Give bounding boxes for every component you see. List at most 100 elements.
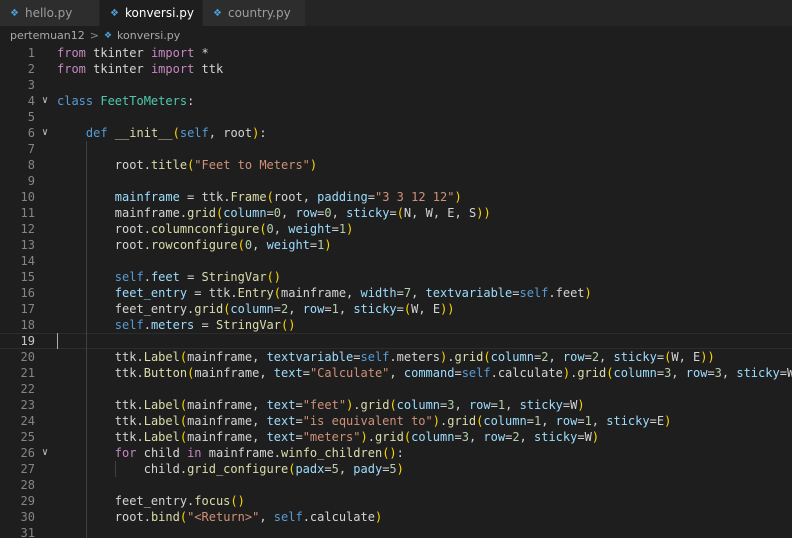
line-number: 11 <box>20 206 35 220</box>
python-icon: ❖ <box>110 7 119 19</box>
code-text: ttk.Label(mainframe, textvariable=self.m… <box>114 350 715 364</box>
line-number: 6 <box>27 126 35 140</box>
line-number: 1 <box>27 46 35 60</box>
code-line[interactable]: 26 ∨ for child in mainframe.winfo_childre… <box>0 445 792 461</box>
line-number: 3 <box>27 78 35 92</box>
code-line[interactable]: 29 feet_entry.focus() <box>0 493 792 509</box>
code-line[interactable]: 1 from tkinter import * <box>0 45 792 61</box>
code-text: root.title("Feet to Meters") <box>114 158 318 172</box>
line-number: 5 <box>27 110 35 124</box>
chevron-right-icon: > <box>89 29 99 42</box>
code-line[interactable]: 31 <box>0 525 792 538</box>
code-text: from tkinter import * <box>57 46 209 60</box>
line-number: 2 <box>27 62 35 76</box>
breadcrumb-folder[interactable]: pertemuan12 <box>10 29 85 42</box>
code-text: ttk.Label(mainframe, text="meters").grid… <box>114 430 600 444</box>
tab-country-py[interactable]: ❖ country.py <box>203 0 306 26</box>
line-number: 26 <box>20 446 35 460</box>
code-line[interactable]: 27 child.grid_configure(padx=5, pady=5) <box>0 461 792 477</box>
code-text: ttk.Label(mainframe, text="is equivalent… <box>114 414 672 428</box>
code-line[interactable]: 12 root.columnconfigure(0, weight=1) <box>0 221 792 237</box>
python-icon: ❖ <box>103 30 113 41</box>
line-number: 12 <box>20 222 35 236</box>
code-line[interactable]: 30 root.bind("<Return>", self.calculate) <box>0 509 792 525</box>
line-number: 7 <box>27 142 35 156</box>
code-line[interactable]: 4 ∨ class FeetToMeters: <box>0 93 792 109</box>
code-line[interactable]: 16 feet_entry = ttk.Entry(mainframe, wid… <box>0 285 792 301</box>
code-line[interactable]: 21 ttk.Button(mainframe, text="Calculate… <box>0 365 792 381</box>
code-text: root.bind("<Return>", self.calculate) <box>114 510 383 524</box>
code-line[interactable]: 7 <box>0 141 792 157</box>
code-line[interactable]: 17 feet_entry.grid(column=2, row=1, stic… <box>0 301 792 317</box>
code-text: def __init__(self, root): <box>85 126 267 140</box>
line-number: 18 <box>20 318 35 332</box>
line-number: 10 <box>20 190 35 204</box>
tab-label: konversi.py <box>124 6 194 20</box>
breadcrumb-file[interactable]: konversi.py <box>117 29 180 42</box>
chevron-down-icon[interactable]: ∨ <box>42 445 48 461</box>
line-number: 9 <box>27 174 35 188</box>
python-icon: ❖ <box>10 7 19 19</box>
code-line[interactable]: 9 <box>0 173 792 189</box>
tab-bar: ❖ hello.py ❖ konversi.py × ❖ country.py <box>0 0 792 26</box>
line-number: 25 <box>20 430 35 444</box>
code-text: feet_entry = ttk.Entry(mainframe, width=… <box>114 286 592 300</box>
code-line[interactable]: 3 <box>0 77 792 93</box>
line-number: 19 <box>20 334 35 348</box>
indent-guide <box>85 141 87 538</box>
tab-label: hello.py <box>24 6 73 20</box>
code-line[interactable]: 5 <box>0 109 792 125</box>
code-line[interactable]: 25 ttk.Label(mainframe, text="meters").g… <box>0 429 792 445</box>
code-text: from tkinter import ttk <box>57 62 224 76</box>
code-text: feet_entry.grid(column=2, row=1, sticky=… <box>114 302 455 316</box>
code-editor[interactable]: 1 from tkinter import * 2 from tkinter impo… <box>0 44 792 538</box>
code-text: ttk.Label(mainframe, text="feet").grid(c… <box>114 398 585 412</box>
text-cursor <box>57 333 58 349</box>
line-number: 16 <box>20 286 35 300</box>
line-number: 24 <box>20 414 35 428</box>
code-text: root.rowconfigure(0, weight=1) <box>114 238 332 252</box>
code-line[interactable]: 6 ∨ def __init__(self, root): <box>0 125 792 141</box>
breadcrumb: pertemuan12 > ❖ konversi.py <box>0 27 792 44</box>
chevron-down-icon[interactable]: ∨ <box>42 125 48 141</box>
tab-konversi-py[interactable]: ❖ konversi.py × <box>100 0 213 26</box>
code-text: mainframe.grid(column=0, row=0, sticky=(… <box>114 206 491 220</box>
indent-guide <box>114 461 116 477</box>
code-line[interactable]: 2 from tkinter import ttk <box>0 61 792 77</box>
code-line[interactable]: 15 self.feet = StringVar() <box>0 269 792 285</box>
chevron-down-icon[interactable]: ∨ <box>42 93 48 109</box>
tab-label: country.py <box>227 6 291 20</box>
line-number: 8 <box>27 158 35 172</box>
line-number: 15 <box>20 270 35 284</box>
code-line[interactable]: 28 <box>0 477 792 493</box>
code-text: class FeetToMeters: <box>57 94 195 108</box>
code-line[interactable]: 13 root.rowconfigure(0, weight=1) <box>0 237 792 253</box>
line-number: 14 <box>20 254 35 268</box>
code-text: self.meters = StringVar() <box>114 318 296 332</box>
code-text: for child in mainframe.winfo_children(): <box>114 446 404 460</box>
line-number: 27 <box>20 462 35 476</box>
code-line[interactable]: 22 <box>0 381 792 397</box>
code-line[interactable]: 14 <box>0 253 792 269</box>
code-text: child.grid_configure(padx=5, pady=5) <box>143 462 404 476</box>
python-icon: ❖ <box>213 7 222 19</box>
code-text: root.columnconfigure(0, weight=1) <box>114 222 354 236</box>
code-line[interactable]: 8 root.title("Feet to Meters") <box>0 157 792 173</box>
code-line[interactable]: 23 ttk.Label(mainframe, text="feet").gri… <box>0 397 792 413</box>
tab-hello-py[interactable]: ❖ hello.py <box>0 0 100 26</box>
line-number: 30 <box>20 510 35 524</box>
line-number: 21 <box>20 366 35 380</box>
code-line[interactable]: 20 ttk.Label(mainframe, textvariable=sel… <box>0 349 792 365</box>
code-line[interactable]: 10 mainframe = ttk.Frame(root, padding="… <box>0 189 792 205</box>
code-line[interactable]: 24 ttk.Label(mainframe, text="is equival… <box>0 413 792 429</box>
code-line[interactable]: 19 <box>0 333 792 349</box>
line-number: 13 <box>20 238 35 252</box>
line-number: 31 <box>20 526 35 538</box>
line-number: 28 <box>20 478 35 492</box>
code-line[interactable]: 18 self.meters = StringVar() <box>0 317 792 333</box>
line-number: 17 <box>20 302 35 316</box>
line-number: 22 <box>20 382 35 396</box>
line-number: 23 <box>20 398 35 412</box>
code-text: ttk.Button(mainframe, text="Calculate", … <box>114 366 792 380</box>
code-line[interactable]: 11 mainframe.grid(column=0, row=0, stick… <box>0 205 792 221</box>
